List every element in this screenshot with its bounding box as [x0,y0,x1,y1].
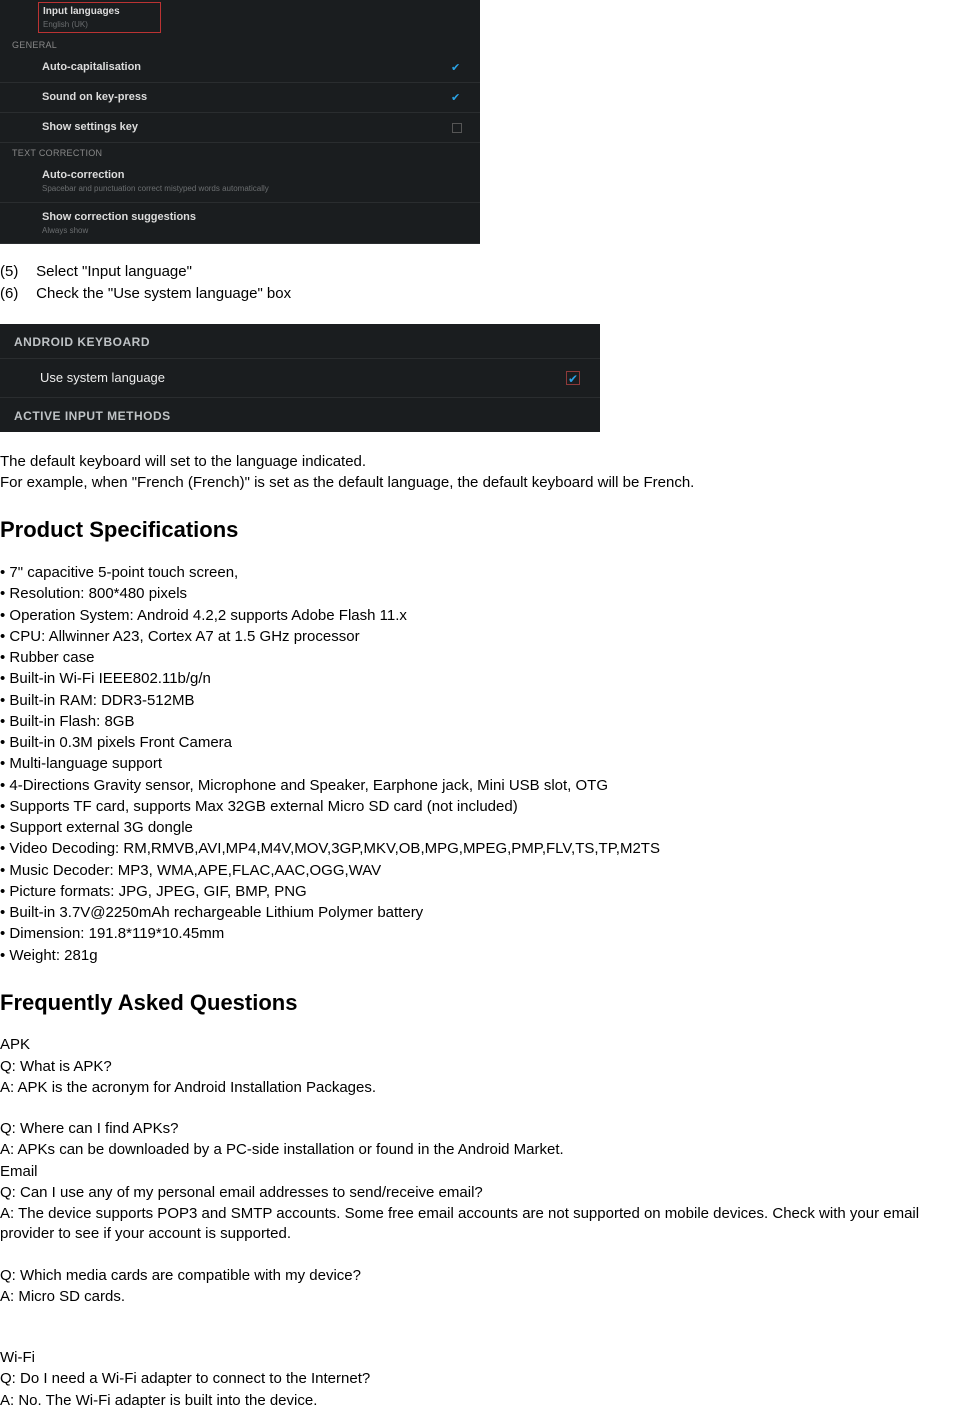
auto-correction-title: Auto-correction [42,168,480,183]
faq-q4: Q: Which media cards are compatible with… [0,1266,959,1286]
input-languages-sub: English (UK) [43,20,120,31]
input-languages-title: Input languages [43,5,120,19]
auto-cap-row[interactable]: Auto-capitalisation [0,53,480,83]
auto-correction-row[interactable]: Auto-correction Spacebar and punctuation… [0,161,480,203]
faq-wifi-header: Wi-Fi [0,1348,959,1368]
spec-item: • Built-in Flash: 8GB [0,712,959,732]
faq-q1: Q: What is APK? [0,1057,959,1077]
spec-item: • 7" capacitive 5-point touch screen, [0,563,959,583]
spec-item: • Support external 3G dongle [0,818,959,838]
faq-a3: A: The device supports POP3 and SMTP acc… [0,1204,959,1245]
faq-heading: Frequently Asked Questions [0,988,959,1018]
input-languages-row[interactable]: Input languages English (UK) [38,2,161,33]
settings-screenshot-1: Input languages English (UK) GENERAL Aut… [0,0,480,244]
step-5-num: (5) [0,262,32,282]
spec-item: • Rubber case [0,648,959,668]
step-6: (6) Check the "Use system language" box [0,284,959,304]
spec-item: • Operation System: Android 4.2,2 suppor… [0,606,959,626]
faq-q5: Q: Do I need a Wi-Fi adapter to connect … [0,1369,959,1389]
spec-item: • Music Decoder: MP3, WMA,APE,FLAC,AAC,O… [0,861,959,881]
faq-a2: A: APKs can be downloaded by a PC-side i… [0,1140,959,1160]
specs-list: • 7" capacitive 5-point touch screen,• R… [0,563,959,966]
step-6-num: (6) [0,284,32,304]
checkmark-icon[interactable] [450,92,462,104]
settings-screenshot-2: ANDROID KEYBOARD Use system language ACT… [0,324,600,432]
active-input-methods-header: ACTIVE INPUT METHODS [0,398,600,432]
step-5: (5) Select "Input language" [0,262,959,282]
spec-item: • 4-Directions Gravity sensor, Microphon… [0,776,959,796]
spec-item: • Picture formats: JPG, JPEG, GIF, BMP, … [0,882,959,902]
spec-item: • Weight: 281g [0,946,959,966]
checkbox-checked-icon[interactable] [566,371,580,385]
use-system-language-row[interactable]: Use system language [0,358,600,398]
show-correction-sub: Always show [42,226,480,237]
show-settings-row[interactable]: Show settings key [0,113,480,143]
step-5-text: Select "Input language" [36,263,192,280]
steps-list: (5) Select "Input language" (6) Check th… [0,262,959,304]
spec-item: • Video Decoding: RM,RMVB,AVI,MP4,M4V,MO… [0,839,959,859]
faq-a4: A: Micro SD cards. [0,1287,959,1307]
spec-item: • Built-in Wi-Fi IEEE802.11b/g/n [0,669,959,689]
auto-cap-label: Auto-capitalisation [42,60,480,75]
use-system-language-label: Use system language [40,370,165,385]
faq-email-header: Email [0,1162,959,1182]
sound-key-row[interactable]: Sound on key-press [0,83,480,113]
spec-item: • Built-in 3.7V@2250mAh rechargeable Lit… [0,903,959,923]
group-general: GENERAL [0,35,480,53]
spec-item: • Dimension: 191.8*119*10.45mm [0,924,959,944]
show-correction-title: Show correction suggestions [42,210,480,225]
sound-key-label: Sound on key-press [42,90,480,105]
checkmark-icon[interactable] [450,62,462,74]
android-keyboard-header: ANDROID KEYBOARD [0,324,600,358]
default-keyboard-para2: For example, when "French (French)" is s… [0,473,959,493]
step-6-text: Check the "Use system language" box [36,285,291,302]
faq-a5: A: No. The Wi-Fi adapter is built into t… [0,1391,959,1411]
spec-item: • Resolution: 800*480 pixels [0,584,959,604]
spec-item: • Built-in 0.3M pixels Front Camera [0,733,959,753]
checkbox-empty-icon[interactable] [452,123,462,133]
spec-item: • CPU: Allwinner A23, Cortex A7 at 1.5 G… [0,627,959,647]
spec-item: • Built-in RAM: DDR3-512MB [0,691,959,711]
faq-q3: Q: Can I use any of my personal email ad… [0,1183,959,1203]
spec-item: • Supports TF card, supports Max 32GB ex… [0,797,959,817]
faq-q2: Q: Where can I find APKs? [0,1119,959,1139]
default-keyboard-para1: The default keyboard will set to the lan… [0,452,959,472]
group-text-correction: TEXT CORRECTION [0,143,480,161]
faq-apk-header: APK [0,1035,959,1055]
show-settings-label: Show settings key [42,120,480,135]
faq-a1: A: APK is the acronym for Android Instal… [0,1078,959,1098]
auto-correction-sub: Spacebar and punctuation correct mistype… [42,184,480,195]
product-specs-heading: Product Specifications [0,515,959,545]
spec-item: • Multi-language support [0,754,959,774]
show-correction-row[interactable]: Show correction suggestions Always show [0,203,480,245]
